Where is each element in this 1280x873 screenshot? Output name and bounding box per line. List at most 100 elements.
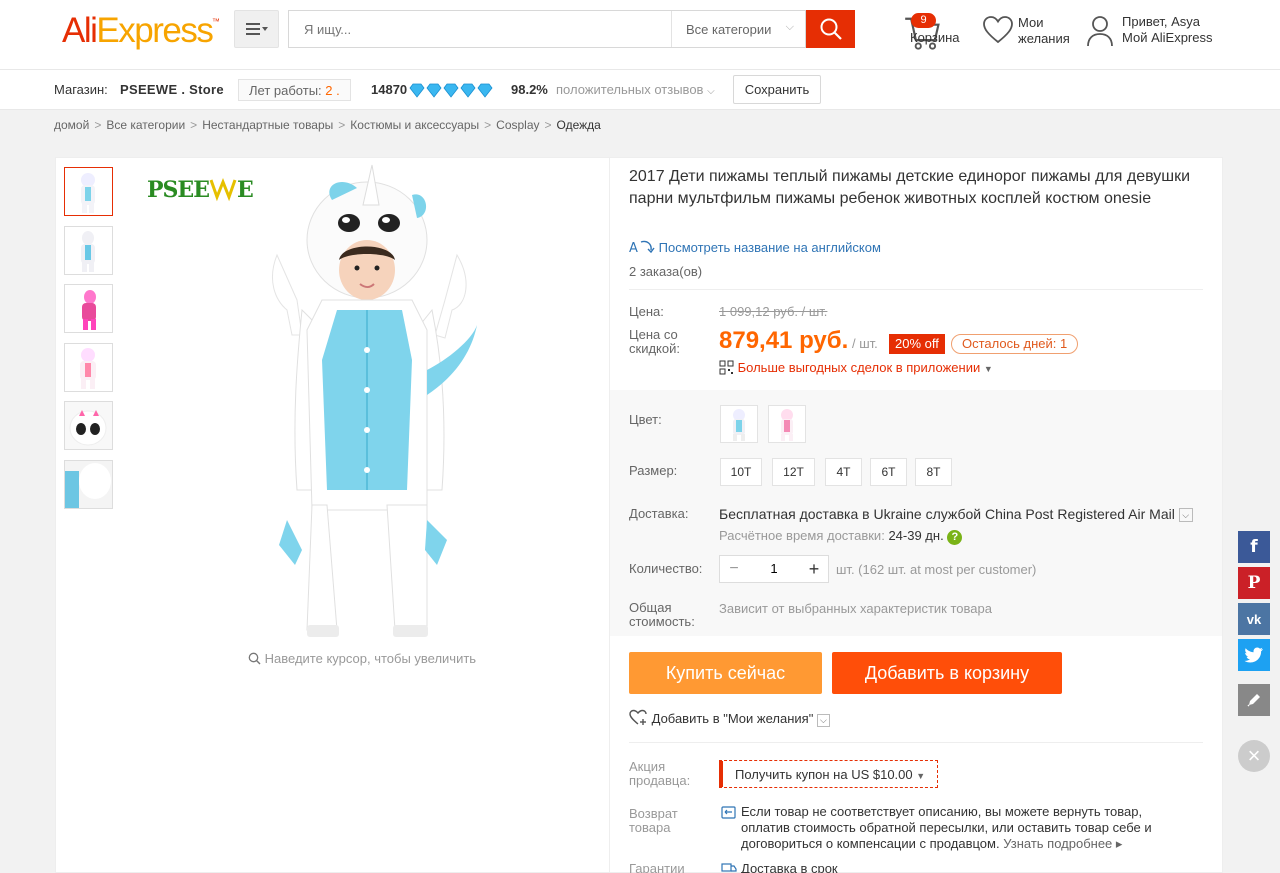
total-label: Общая стоимость: [629,600,695,629]
feedback-button[interactable] [1238,684,1270,716]
thumbnail-2[interactable] [64,226,113,275]
pencil-icon [1247,694,1260,707]
app-deals-link[interactable]: Больше выгодных сделок в приложении ▼ [719,360,993,375]
cart-link[interactable]: Корзина [910,30,960,45]
qr-code-icon [719,360,734,375]
hamburger-icon [245,23,268,35]
svg-text:PSEE: PSEE [147,177,209,203]
twitter-share-button[interactable] [1238,639,1270,671]
product-title: 2017 Дети пижамы теплый пижамы детские е… [629,168,1191,207]
search-icon [820,18,842,40]
size-option-8t[interactable]: 8T [915,458,952,486]
facebook-share-button[interactable]: f [1238,531,1270,563]
return-policy-text: Если товар не соответствует описанию, вы… [741,804,1152,851]
guarantee-label: Гарантии [629,861,685,873]
diamond-rating-icon [409,83,493,98]
heart-plus-icon [629,709,647,725]
buy-now-button[interactable]: Купить сейчас [629,652,822,694]
categories-menu-button[interactable] [234,10,279,48]
discount-badge: 20% off [889,334,945,354]
quantity-increase-button[interactable]: + [800,556,828,582]
store-name-link[interactable]: PSEEWE . Store [120,82,224,97]
store-years: Лет работы: 2 . [238,79,351,101]
pinterest-share-button[interactable]: P [1238,567,1270,599]
chevron-down-icon: ⌵ [1178,508,1193,522]
price-label: Цена: [629,304,664,319]
breadcrumb-home[interactable]: домой [54,118,89,132]
delivery-method-select[interactable]: Бесплатная доставка в Ukraine службой Ch… [719,506,1193,522]
user-icon[interactable] [1087,15,1113,47]
divider-line [629,742,1203,743]
add-to-wishlist-link[interactable]: Добавить в "Мои желания" ⌵ [629,709,830,727]
help-icon[interactable]: ? [947,530,963,545]
color-label: Цвет: [629,412,662,427]
quantity-decrease-button[interactable]: − [720,556,748,582]
color-option-pink[interactable] [768,405,806,443]
positive-feedback-link[interactable]: положительных отзывов ⌵ [556,82,715,97]
total-value: Зависит от выбранных характеристик товар… [719,601,992,616]
thumbnail-3[interactable] [64,284,113,333]
twitter-icon [1244,647,1263,663]
learn-more-link[interactable]: Узнать подробнее ▸ [1003,836,1122,851]
breadcrumb-costumes[interactable]: Костюмы и аксессуары [350,118,479,132]
guarantee-text: Доставка в срок [741,861,838,873]
quantity-input[interactable] [748,561,800,576]
discount-price: 879,41 руб. [719,327,849,354]
orders-count: 2 заказа(ов) [629,264,703,279]
color-option-blue[interactable] [720,405,758,443]
size-option-10t[interactable]: 10T [720,458,762,486]
quantity-note: шт. (162 шт. at most per customer) [836,562,1037,577]
vk-icon: vk [1246,611,1262,627]
caret-down-icon: ▼ [916,771,926,781]
days-left-badge: Осталось дней: 1 [951,334,1079,354]
search-button[interactable] [806,10,855,48]
divider-line [629,289,1203,290]
close-icon[interactable]: × [1238,740,1270,772]
thumbnail-6[interactable] [64,460,113,509]
zoom-hint: Наведите курсор, чтобы увеличить [248,651,476,666]
svg-text:A: A [629,241,638,255]
category-select[interactable]: Все категории ⌵ [671,11,806,47]
cart-count-badge: 9 [911,13,936,28]
delivery-truck-icon [721,863,737,872]
quantity-label: Количество: [629,561,703,576]
size-label: Размер: [629,463,678,478]
thumbnail-1[interactable] [64,167,113,216]
delivery-label: Доставка: [629,506,689,521]
product-main-image[interactable]: PSEE E [127,160,597,650]
quantity-stepper: − + [719,555,829,583]
breadcrumb-custom-goods[interactable]: Нестандартные товары [202,118,333,132]
store-prefix: Магазин: [54,82,108,97]
account-link[interactable]: Привет, Asya Мой AliExpress [1122,14,1213,46]
vk-share-button[interactable]: vk [1238,603,1270,635]
translate-title-link[interactable]: A Посмотреть название на английском [629,239,881,256]
thumbnail-4[interactable] [64,343,113,392]
thumbnail-5[interactable] [64,401,113,450]
size-option-12t[interactable]: 12T [772,458,815,486]
add-to-cart-button[interactable]: Добавить в корзину [832,652,1062,694]
original-price: 1 099,12 руб. / шт. [719,304,828,319]
size-option-6t[interactable]: 6T [870,458,907,486]
get-coupon-button[interactable]: Получить купон на US $10.00 ▼ [719,760,939,788]
heart-icon[interactable] [982,15,1014,45]
pinterest-icon: P [1247,573,1261,593]
chevron-down-icon: ⌵ [785,21,794,33]
discount-price-label: Цена со скидкой: [629,327,680,356]
return-icon [721,806,736,819]
delivery-time: Расчётное время доставки: 24-39 дн. ? [719,528,963,545]
chevron-down-icon[interactable]: ⌵ [816,714,830,727]
breadcrumb: домой > Все категории > Нестандартные товары… [54,118,601,132]
save-store-button[interactable]: Сохранить [733,75,821,104]
price-unit: / шт. [852,336,878,351]
wishlist-link[interactable]: Мои желания [1018,15,1078,47]
breadcrumb-cosplay[interactable]: Cosplay [496,118,539,132]
search-input[interactable] [289,11,671,47]
seller-promo-label: Акция продавца: [629,759,691,788]
positive-feedback-pct: 98.2% [511,82,548,97]
size-option-4t[interactable]: 4T [825,458,862,486]
aliexpress-logo[interactable]: AliExpress ™ [62,11,220,51]
chevron-down-icon: ⌵ [707,86,715,97]
breadcrumb-all-categories[interactable]: Все категории [106,118,185,132]
pseewe-brand-logo: PSEE E [147,177,254,203]
translate-icon: A [629,240,655,256]
